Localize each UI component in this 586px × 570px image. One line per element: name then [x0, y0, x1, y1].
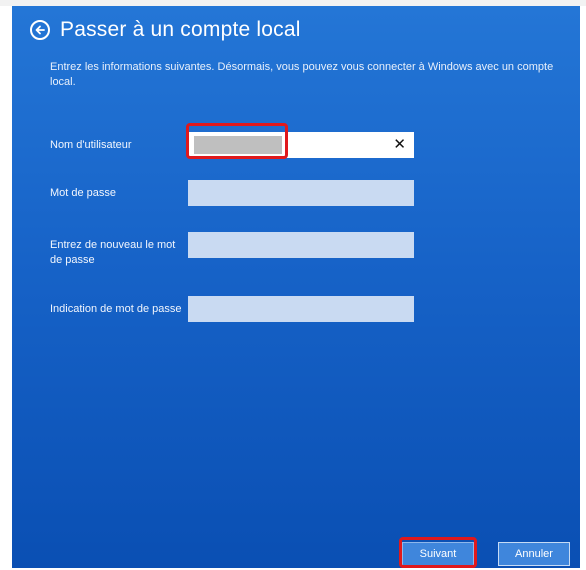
password-confirm-label: Entrez de nouveau le mot de passe [50, 239, 176, 266]
password-hint-label: Indication de mot de passe [50, 303, 182, 315]
username-field[interactable]: ✕ [188, 132, 414, 158]
password-hint-field[interactable] [188, 296, 414, 322]
cancel-button[interactable]: Annuler [498, 542, 570, 566]
password-row: Mot de passe [50, 180, 570, 210]
password-field[interactable] [188, 180, 414, 206]
arrow-left-circle-icon[interactable] [30, 20, 50, 40]
header: Passer à un compte local [30, 18, 301, 42]
description-text: Entrez les informations suivantes. Désor… [50, 61, 554, 88]
username-row: Nom d'utilisateur ✕ [50, 132, 570, 162]
clear-icon[interactable]: ✕ [393, 135, 406, 153]
redacted-username-value [194, 136, 282, 154]
password-confirm-row: Entrez de nouveau le mot de passe [50, 232, 570, 272]
password-label: Mot de passe [50, 187, 117, 199]
username-label: Nom d'utilisateur [50, 139, 132, 151]
page-title: Passer à un compte local [60, 18, 301, 41]
next-button[interactable]: Suivant [402, 542, 474, 566]
password-hint-row: Indication de mot de passe [50, 296, 570, 336]
password-confirm-field[interactable] [188, 232, 414, 258]
local-account-panel: Passer à un compte local Entrez les info… [12, 6, 580, 568]
